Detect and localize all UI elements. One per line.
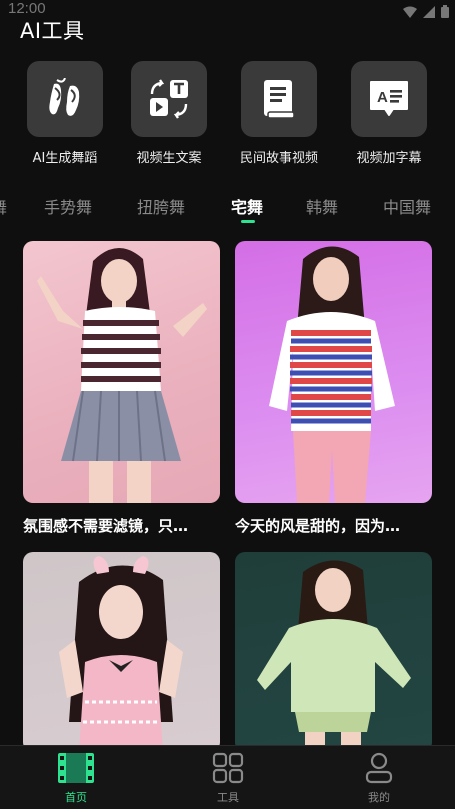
tool-label: AI生成舞蹈	[32, 151, 98, 166]
signal-icon	[423, 5, 435, 18]
tools-row: AI生成舞蹈 视频生文案 民间故事视频 A 视频加字幕	[0, 61, 455, 171]
film-icon	[58, 753, 94, 783]
video-thumbnail[interactable]	[235, 241, 432, 503]
dancer-illustration	[37, 247, 207, 503]
tab-gesture-dance[interactable]: 手势舞	[44, 194, 92, 218]
storybook-icon	[264, 80, 295, 119]
tool-folk-story-video[interactable]: 民间故事视频	[221, 61, 337, 166]
tool-icon-tile	[241, 61, 317, 137]
tool-ai-dance[interactable]: AI生成舞蹈	[7, 61, 123, 166]
tool-video-to-text[interactable]: 视频生文案	[111, 61, 227, 166]
video-card[interactable]: 氛围感不需要滤镜，只…	[23, 241, 220, 536]
tool-icon-tile	[131, 61, 207, 137]
bottom-nav: 首页 工具 我的	[0, 745, 455, 809]
nav-label: 我的	[368, 791, 390, 804]
svg-text:A: A	[377, 89, 388, 106]
video-feed: 氛围感不需要滤镜，只… 今天的风是甜的，因为…	[0, 240, 455, 745]
status-icons	[403, 5, 449, 18]
subtitle-icon: A	[370, 81, 408, 116]
grid-icon	[212, 752, 244, 784]
video-title: 氛围感不需要滤镜，只…	[23, 517, 189, 535]
nav-label: 工具	[217, 791, 239, 804]
tab-hip-dance[interactable]: 扭胯舞	[137, 194, 185, 218]
tool-label: 视频加字幕	[356, 151, 422, 166]
video-to-text-icon	[150, 79, 188, 119]
tool-video-subtitles[interactable]: A 视频加字幕	[331, 61, 447, 166]
video-thumbnail[interactable]	[23, 241, 220, 503]
page-title: AI工具	[20, 19, 85, 43]
dancer-illustration	[59, 556, 183, 745]
tab-chinese-dance[interactable]: 中国舞	[383, 194, 431, 218]
dancer-illustration	[257, 560, 411, 745]
tab-otaku-dance[interactable]: 宅舞	[231, 194, 263, 218]
video-card[interactable]: 今天的风是甜的，因为…	[235, 241, 432, 536]
dancer-illustration	[269, 246, 395, 503]
battery-icon	[441, 5, 449, 18]
video-title: 今天的风是甜的，因为…	[235, 517, 401, 535]
user-icon	[365, 752, 393, 784]
ballet-shoes-icon	[49, 78, 80, 116]
wifi-icon	[403, 6, 417, 18]
tool-label: 民间故事视频	[239, 151, 318, 166]
nav-label: 首页	[65, 791, 87, 804]
category-tabs: 舞 手势舞 扭胯舞 宅舞 韩舞 中国舞	[0, 194, 455, 226]
active-tab-indicator	[241, 220, 255, 223]
video-thumbnail[interactable]	[235, 552, 432, 745]
video-card[interactable]	[23, 552, 220, 745]
video-thumbnail[interactable]	[23, 552, 220, 745]
nav-home[interactable]: 首页	[36, 751, 116, 805]
video-card[interactable]	[235, 552, 432, 745]
nav-tools[interactable]: 工具	[188, 751, 268, 805]
nav-profile[interactable]: 我的	[339, 751, 419, 805]
tool-label: 视频生文案	[136, 151, 202, 166]
tab-korean-dance[interactable]: 韩舞	[306, 194, 338, 218]
tab-dance-partial[interactable]: 舞	[0, 194, 7, 218]
tool-icon-tile	[27, 61, 103, 137]
tool-icon-tile: A	[351, 61, 427, 137]
